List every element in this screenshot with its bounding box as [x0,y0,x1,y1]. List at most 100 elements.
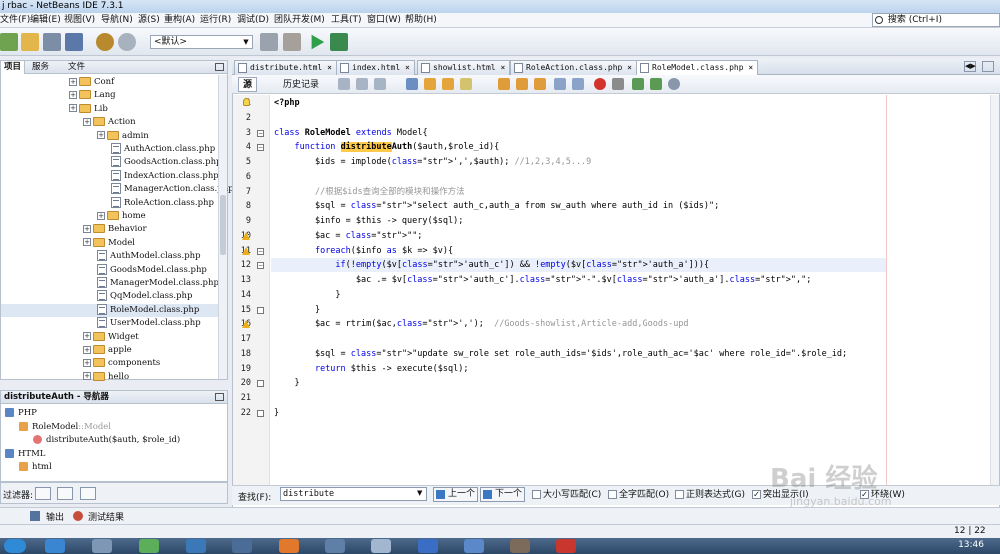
back-icon[interactable] [356,78,368,90]
warning-icon[interactable] [242,246,250,255]
code-line[interactable]: } [274,377,299,389]
tree-folder[interactable]: + admin [1,130,219,143]
record-macro-icon[interactable] [594,78,606,90]
fold-toggle-icon[interactable]: − [257,144,264,152]
code-line[interactable]: } [274,407,279,419]
tree-file[interactable]: GoodsAction.class.php [1,156,221,169]
code-line[interactable]: class RoleModel extends Model{ [274,127,428,139]
app-icon[interactable] [325,539,345,553]
tree-file[interactable]: AuthModel.class.php [1,250,219,263]
last-edit-icon[interactable] [338,78,350,90]
navigator-item[interactable]: RoleModel::Model [19,421,111,434]
app-icon[interactable] [139,539,159,553]
fold-toggle-icon[interactable] [257,306,264,314]
code-line[interactable]: $ac .= $v[class="str">'auth_c'].class="s… [274,274,812,286]
code-line[interactable]: //根据$ids查询全部的模块和操作方法 [274,186,465,198]
tree-file[interactable]: RoleAction.class.php [1,196,219,210]
find-input[interactable]: distribute [280,487,427,501]
tree-folder[interactable]: + Lib [1,103,219,116]
menu-navigate[interactable]: 导航(N) [101,14,133,27]
tab-projects[interactable]: 项目 [1,61,26,74]
expand-toggle-icon[interactable]: + [83,117,91,126]
navigator-item[interactable]: html [19,461,52,474]
tab-services[interactable]: 服务 [29,61,52,74]
tab-files[interactable]: 文件 [65,61,88,74]
quick-search-input[interactable]: 搜索 (Ctrl+I) [872,13,1000,27]
tree-folder[interactable]: + Conf [1,76,219,89]
tree-folder[interactable]: + Action [1,116,219,129]
toggle-highlight-icon[interactable] [460,78,472,90]
warning-icon[interactable] [242,320,250,329]
find-previous-icon[interactable] [424,78,436,90]
close-icon[interactable]: × [748,63,753,72]
expand-toggle-icon[interactable]: + [83,224,91,233]
close-icon[interactable]: × [405,63,410,72]
code-line[interactable]: } [274,289,340,301]
hint-bulb-icon[interactable] [243,98,250,106]
code-line[interactable]: function distributeAuth($auth,$role_id){ [274,141,499,153]
tree-folder[interactable]: + Behavior [1,223,219,236]
highlight-checkbox[interactable]: ✓ 突出显示(I) [752,490,809,501]
chevron-down-icon[interactable]: ▼ [417,489,422,497]
close-icon[interactable]: × [627,63,632,72]
expand-toggle-icon[interactable]: + [69,104,77,113]
whole-word-checkbox[interactable]: 全字匹配(O) [608,490,669,501]
tab-source[interactable]: 源 [238,77,258,92]
code-line[interactable]: $ac = rtrim($ac,class="str">','); //Good… [274,318,689,330]
code-line[interactable]: $ids = implode(class="str">',',$auth); /… [274,156,591,168]
scroll-tabs-icon[interactable]: ◀▶ [964,61,976,72]
filter-nonpublic-icon[interactable] [80,487,96,500]
code-line[interactable]: } [274,304,320,316]
filter-static-icon[interactable] [57,487,73,500]
menu-view[interactable]: 视图(V) [64,14,95,27]
app-icon[interactable] [92,539,112,553]
find-next-button[interactable]: 下一个 [480,487,526,502]
menu-team[interactable]: 团队开发(M) [274,14,325,27]
stop-macro-icon[interactable] [612,78,624,90]
tree-file[interactable]: QqModel.class.php [1,290,219,303]
code-line[interactable]: foreach($info as $k => $v){ [274,245,453,257]
ie-icon[interactable] [45,539,65,553]
tree-file[interactable]: ManagerModel.class.php [1,277,219,290]
expand-toggle-icon[interactable]: + [83,238,91,247]
tab-output[interactable]: 输出 [46,510,64,523]
debug-icon[interactable] [330,33,348,51]
tree-folder[interactable]: + hello [1,371,219,384]
app-icon[interactable] [232,539,252,553]
code-line[interactable]: $ac = class="str">""; [274,230,423,242]
shift-left-icon[interactable] [554,78,566,90]
build-icon[interactable] [260,33,278,51]
warning-icon[interactable] [242,231,250,240]
expand-toggle-icon[interactable]: + [69,90,77,99]
forward-icon[interactable] [374,78,386,90]
fold-toggle-icon[interactable]: − [257,129,264,137]
comment-icon[interactable] [632,78,644,90]
editor-tab[interactable]: index.html × [336,60,415,75]
fold-toggle-icon[interactable] [257,380,264,388]
tree-folder[interactable]: + home [1,210,219,223]
code-line[interactable]: <?php [274,97,300,109]
wrap-checkbox[interactable]: ✓ 环绕(W) [860,490,905,501]
menu-refactor[interactable]: 重构(A) [164,14,195,27]
shift-right-icon[interactable] [572,78,584,90]
navigator-item[interactable]: distributeAuth($auth, $role_id) [33,434,180,447]
new-file-icon[interactable] [21,33,39,51]
navigator-item[interactable]: HTML [5,448,45,461]
open-project-icon[interactable] [43,33,61,51]
menu-tools[interactable]: 工具(T) [331,14,362,27]
tree-folder[interactable]: + components [1,357,219,370]
tree-folder[interactable]: + apple [1,344,219,357]
tree-folder[interactable]: + Lang [1,89,219,102]
navigator-item[interactable]: PHP [5,407,37,420]
match-case-checkbox[interactable]: 大小写匹配(C) [532,490,601,501]
tab-test-results[interactable]: 测试结果 [88,510,124,523]
editor-tab[interactable]: RoleAction.class.php × [510,60,637,75]
code-line[interactable]: $sql = class="str">"update sw_role set r… [274,348,847,360]
scroll-thumb[interactable] [220,195,226,255]
close-icon[interactable]: × [500,63,505,72]
tree-scrollbar[interactable] [218,75,227,379]
editor-scrollbar[interactable] [990,95,999,505]
toggle-bookmark-icon[interactable] [534,78,546,90]
find-selection-icon[interactable] [406,78,418,90]
fold-toggle-icon[interactable] [257,409,264,417]
